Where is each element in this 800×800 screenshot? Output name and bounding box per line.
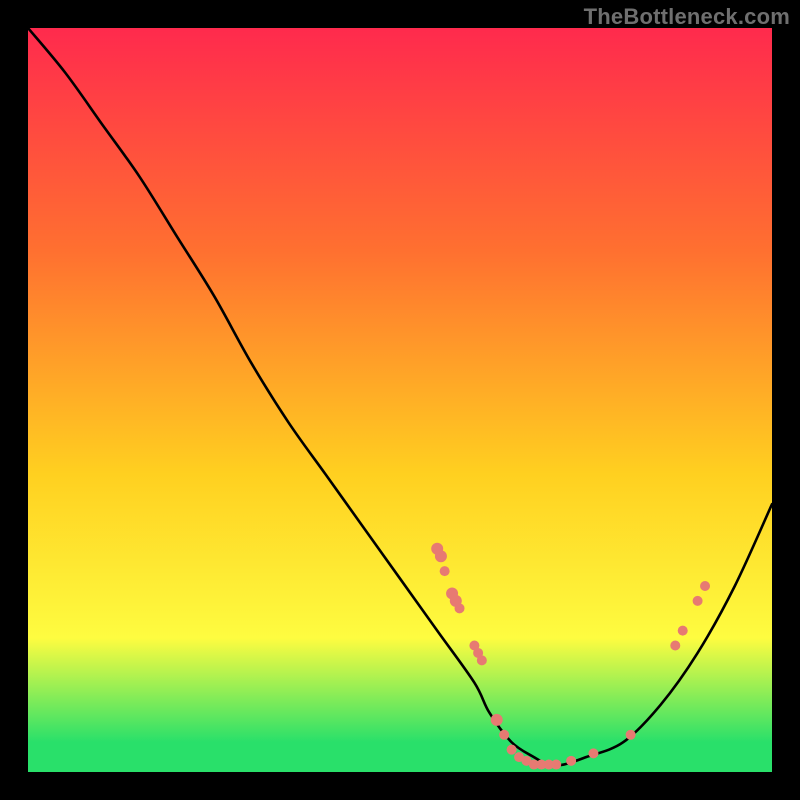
data-marker — [499, 730, 509, 740]
data-marker — [491, 714, 503, 726]
data-marker — [507, 745, 517, 755]
data-marker — [435, 550, 447, 562]
data-marker — [693, 596, 703, 606]
data-marker — [588, 748, 598, 758]
attribution-watermark: TheBottleneck.com — [584, 4, 790, 30]
data-marker — [700, 581, 710, 591]
data-marker — [477, 655, 487, 665]
data-marker — [455, 603, 465, 613]
data-marker — [440, 566, 450, 576]
data-marker — [626, 730, 636, 740]
chart-svg — [28, 28, 772, 772]
plot-area — [28, 28, 772, 772]
gradient-background — [28, 28, 772, 772]
data-marker — [566, 756, 576, 766]
chart-frame: TheBottleneck.com — [0, 0, 800, 800]
data-marker — [670, 641, 680, 651]
data-marker — [678, 626, 688, 636]
data-marker — [551, 760, 561, 770]
